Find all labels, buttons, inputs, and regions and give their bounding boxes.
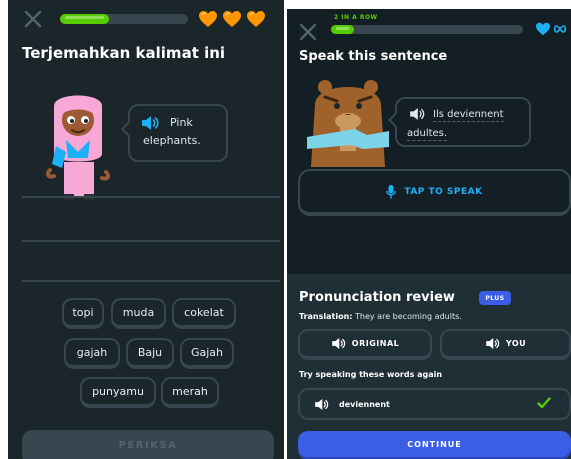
character-illustration — [45, 95, 111, 200]
word-tile-topi[interactable]: topi — [62, 298, 104, 329]
page-title: Speak this sentence — [299, 49, 448, 64]
bubble-line-1: Pink — [170, 116, 193, 129]
microphone-icon — [386, 184, 397, 198]
translation-text: Translation: They are becoming adults. — [299, 312, 462, 321]
answer-line-3 — [22, 280, 280, 282]
try-again-label: Try speaking these words again — [299, 370, 443, 379]
character-illustration — [307, 80, 389, 167]
speaker-icon — [486, 338, 500, 349]
answer-line-1 — [22, 196, 280, 198]
translate-panel: Terjemahkan kalimat ini Pink elephants. … — [8, 0, 284, 459]
word-tile-baju[interactable]: Baju — [126, 338, 174, 369]
you-label: YOU — [505, 339, 527, 348]
speaker-icon — [331, 338, 345, 349]
word-tile-merah[interactable]: merah — [161, 377, 219, 408]
pronunciation-review-sheet: Pronunciation review PLUS Translation: T… — [287, 274, 571, 459]
speaker-icon[interactable] — [409, 108, 425, 120]
lesson-progress-bar — [60, 14, 188, 24]
tap-to-speak-button[interactable]: TAP TO SPEAK — [298, 169, 571, 216]
plus-badge: PLUS — [479, 291, 511, 305]
word-tile-punyamu[interactable]: punyamu — [80, 377, 156, 408]
original-label: ORIGINAL — [351, 339, 400, 348]
word-tile-cokelat[interactable]: cokelat — [172, 298, 236, 329]
speech-bubble[interactable]: Pink elephants. — [120, 104, 228, 162]
infinity-icon — [553, 25, 567, 33]
heart-icon — [199, 11, 217, 27]
progress-fill — [331, 25, 355, 34]
word-tile-muda[interactable]: muda — [111, 298, 166, 329]
continue-button[interactable]: CONTINUE — [298, 431, 571, 457]
lesson-progress-bar — [331, 25, 523, 34]
word-tile-gajah[interactable]: gajah — [64, 338, 120, 369]
practice-word: deviennent — [339, 399, 390, 409]
check-button[interactable]: PERIKSA — [22, 430, 274, 459]
translation-label: Translation: — [299, 312, 353, 321]
close-icon[interactable] — [299, 23, 317, 41]
close-icon[interactable] — [24, 10, 42, 28]
hearts-meter — [198, 10, 266, 28]
sentence-line-1: Ils deviennent — [433, 109, 504, 122]
streak-label: 2 IN A ROW — [334, 14, 378, 21]
review-title: Pronunciation review — [299, 290, 455, 305]
bubble-line-2: elephants. — [143, 134, 201, 147]
progress-fill — [60, 14, 109, 24]
speak-panel: 2 IN A ROW Speak this sentence Ils devie… — [287, 9, 571, 459]
answer-line-2 — [22, 240, 280, 242]
translation-value: They are becoming adults. — [352, 312, 462, 321]
speaker-icon[interactable] — [141, 116, 159, 130]
word-tile-gajah-capital[interactable]: Gajah — [180, 338, 234, 369]
heart-icon — [223, 11, 241, 27]
tap-to-speak-label: TAP TO SPEAK — [404, 186, 483, 197]
heart-icon — [536, 22, 550, 36]
you-audio-button[interactable]: YOU — [440, 329, 571, 360]
heart-icon — [247, 11, 265, 27]
page-title: Terjemahkan kalimat ini — [22, 44, 226, 62]
sentence-line-2: adultes. — [407, 128, 448, 141]
speaker-icon[interactable] — [314, 398, 329, 410]
original-audio-button[interactable]: ORIGINAL — [298, 329, 432, 360]
word-practice-row[interactable]: deviennent — [298, 388, 571, 420]
speech-bubble[interactable]: Ils deviennent adultes. — [387, 97, 531, 147]
check-icon — [537, 397, 551, 409]
